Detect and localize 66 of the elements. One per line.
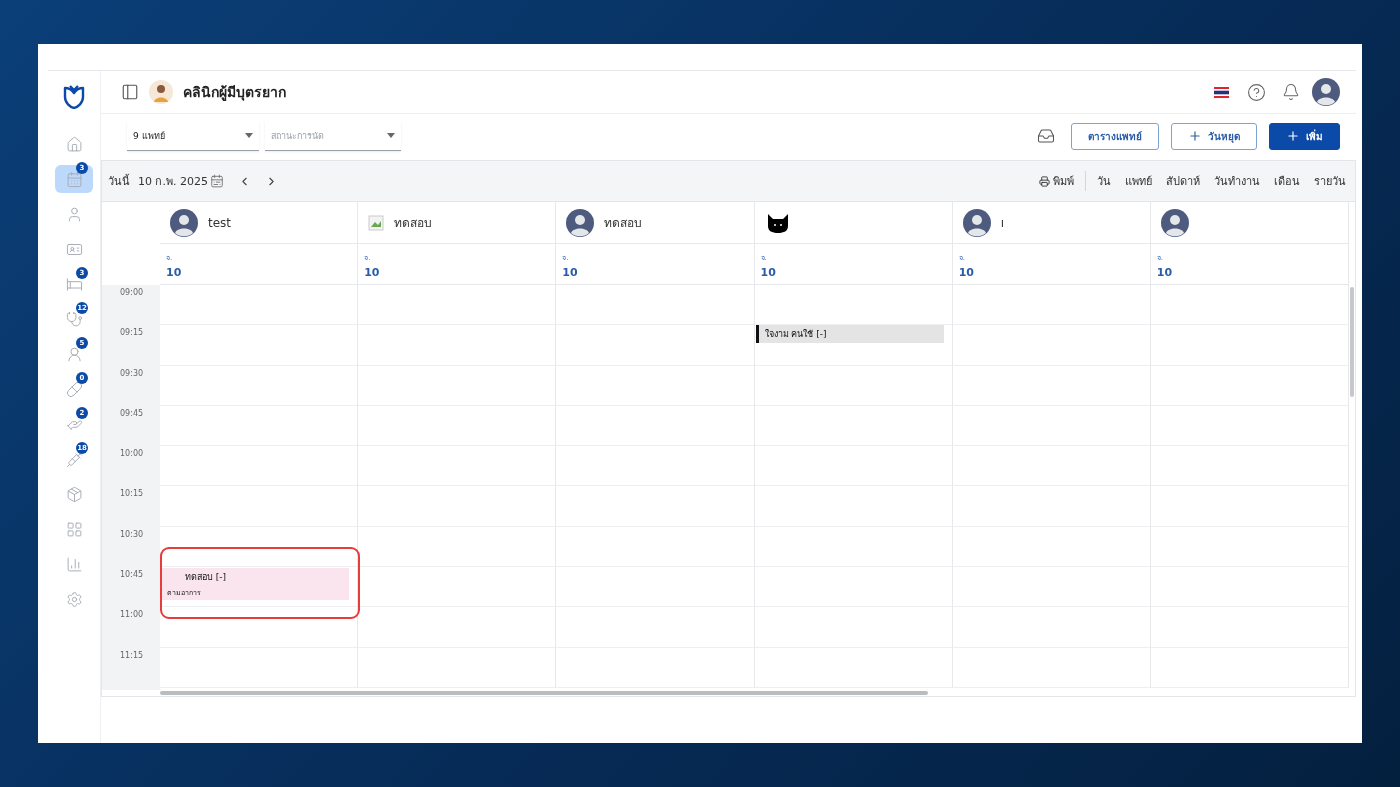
time-label: 11:00 xyxy=(119,609,145,622)
appointment-event[interactable]: ใจงาม คนใช้ [-] xyxy=(755,325,944,344)
day-number: 10 xyxy=(1156,266,1174,279)
day-number: 10 xyxy=(562,266,579,279)
current-date: 10 ก.พ. 2025 xyxy=(138,174,208,190)
view-option[interactable]: วันทำงาน xyxy=(1211,172,1263,190)
time-label: 10:45 xyxy=(119,569,145,582)
today-label[interactable]: วันนี้ xyxy=(108,172,130,190)
time-label: 10:15 xyxy=(119,488,145,501)
printer-icon xyxy=(1039,175,1050,187)
settings-icon xyxy=(65,590,83,608)
time-label: 09:00 xyxy=(119,287,145,299)
horizontal-scrollbar[interactable] xyxy=(160,691,928,695)
time-label: 11:15 xyxy=(119,649,145,662)
time-slot[interactable] xyxy=(160,526,359,568)
view-option[interactable]: สัปดาห์ xyxy=(1163,172,1203,190)
day-number: 10 xyxy=(166,266,183,279)
view-option[interactable]: เดือน xyxy=(1271,172,1303,190)
doctor-name: ı xyxy=(1000,215,1004,230)
bar-chart-icon xyxy=(65,555,83,573)
person-icon xyxy=(65,345,83,363)
add-holiday-button[interactable]: วันหยุด xyxy=(1171,122,1257,150)
print-button[interactable]: พิมพ์ xyxy=(1036,172,1077,190)
user-avatar-icon[interactable] xyxy=(1312,78,1340,106)
time-label: 10:30 xyxy=(119,528,145,541)
pills-icon xyxy=(65,380,83,398)
plus-icon xyxy=(1286,129,1300,143)
thai-flag-icon[interactable] xyxy=(1214,86,1229,98)
day-number: 10 xyxy=(364,266,381,279)
plus-icon xyxy=(1188,129,1202,143)
add-button[interactable]: เพิ่ม xyxy=(1269,122,1340,150)
syringe-icon xyxy=(65,450,83,468)
day-number: 10 xyxy=(760,266,777,279)
appointment-title: ใจงาม คนใช้ [-] xyxy=(764,328,828,342)
view-option[interactable]: รายวัน xyxy=(1311,172,1349,190)
notification-bell-icon[interactable] xyxy=(1282,83,1300,101)
view-option[interactable]: แพทย์ xyxy=(1122,172,1155,190)
inbox-icon[interactable] xyxy=(1037,127,1055,145)
appointment-title: ทดสอบ [-] xyxy=(184,571,228,585)
stethoscope-icon xyxy=(65,310,83,328)
bed-icon xyxy=(65,275,83,293)
doctor-name: ทดสอบ xyxy=(394,215,433,232)
caret-icon xyxy=(387,133,395,138)
time-label: 10:00 xyxy=(119,448,145,461)
calendar-icon xyxy=(65,170,83,188)
doctor-name: ทดสอบ xyxy=(604,215,643,232)
date-picker-icon[interactable] xyxy=(210,174,224,188)
tulip-logo xyxy=(62,83,86,109)
panel-toggle-icon[interactable] xyxy=(121,83,139,101)
view-option[interactable]: วัน xyxy=(1094,172,1114,190)
grid-icon xyxy=(65,520,83,538)
clinic-logo xyxy=(149,80,173,104)
time-slot[interactable] xyxy=(160,607,359,648)
box-icon xyxy=(65,485,83,503)
caret-icon xyxy=(245,133,253,138)
doctor-schedule-button[interactable]: ตารางแพทย์ xyxy=(1071,122,1159,150)
time-label: 09:45 xyxy=(119,407,145,420)
time-label: 09:30 xyxy=(119,367,145,380)
home-icon xyxy=(65,135,83,153)
clinic-title: คลินิกผู้มีบุตรยาก xyxy=(183,83,286,103)
day-number: 10 xyxy=(958,266,975,279)
time-slot[interactable]: ใจงาม คนใช้ [-] xyxy=(754,325,953,366)
filter-select[interactable]: 9 แพทย์ xyxy=(127,121,259,151)
help-icon[interactable] xyxy=(1247,82,1266,102)
doctor-name: test xyxy=(208,215,232,230)
time-label: 09:15 xyxy=(119,327,145,340)
